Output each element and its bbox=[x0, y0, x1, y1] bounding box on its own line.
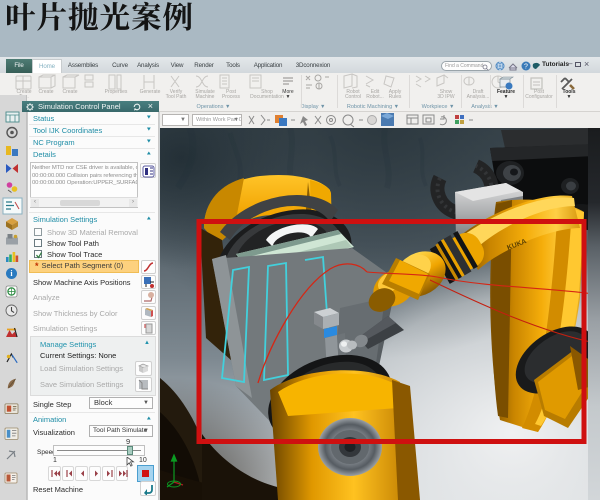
svg-text:?: ? bbox=[524, 64, 528, 71]
